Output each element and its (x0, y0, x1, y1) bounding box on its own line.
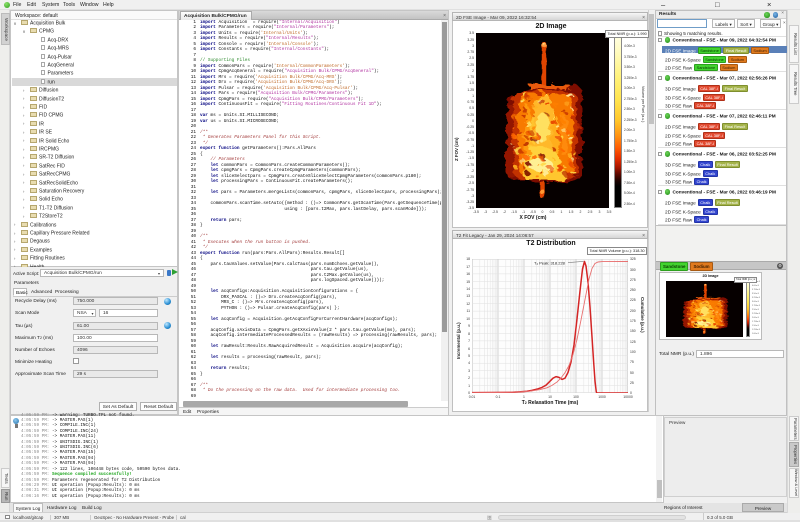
svg-text:T₂ Peak: 318.228: T₂ Peak: 318.228 (534, 261, 566, 266)
